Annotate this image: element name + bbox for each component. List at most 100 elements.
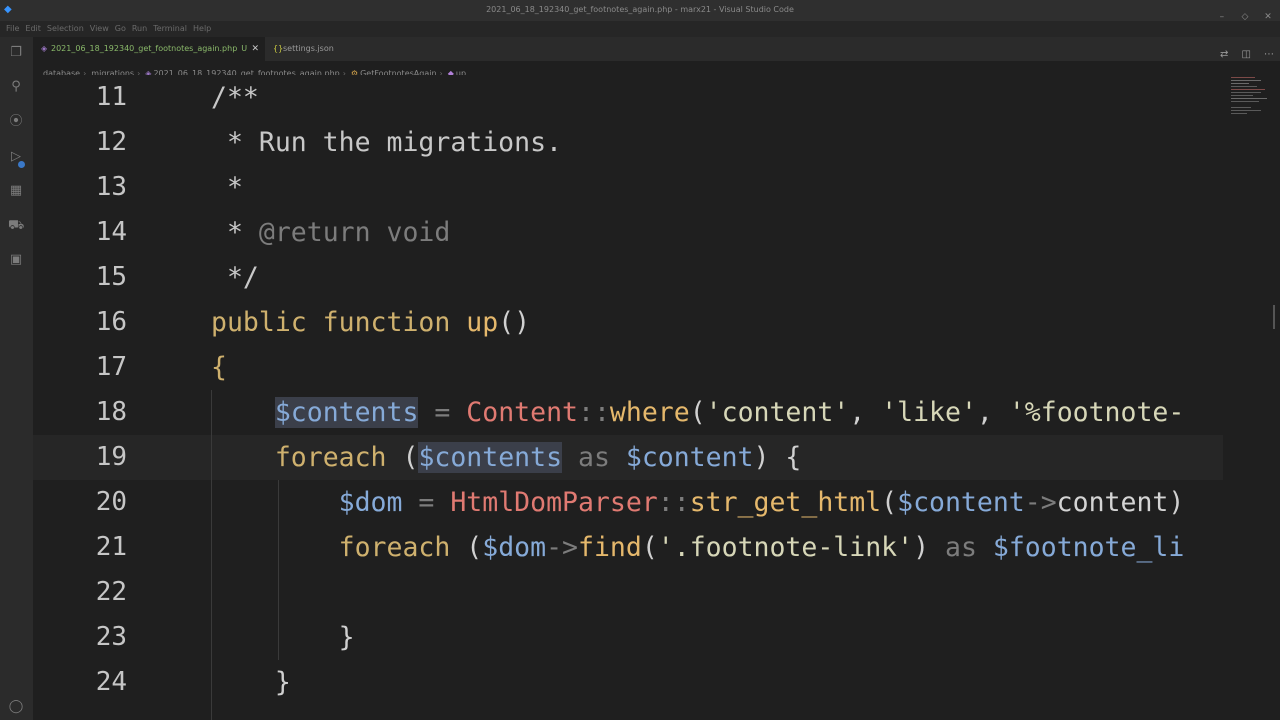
menu-terminal[interactable]: Terminal (153, 24, 187, 33)
code-token: foreach (274, 442, 403, 473)
code-token: content (1056, 487, 1169, 518)
extensions-icon[interactable]: ▦ (8, 183, 24, 199)
menu-help[interactable]: Help (193, 24, 211, 33)
code-token: find (578, 532, 642, 563)
menu-go[interactable]: Go (115, 24, 126, 33)
minimap-line (1231, 101, 1259, 102)
menu-run[interactable]: Run (132, 24, 147, 33)
minimap-line (1231, 80, 1261, 81)
code-line: 11 /** (33, 75, 1223, 120)
account-icon[interactable]: ◯ (8, 699, 24, 715)
code-text: } (211, 615, 355, 660)
code-token: :: (577, 397, 610, 428)
line-number: 14 (95, 217, 127, 247)
line-number: 17 (95, 352, 127, 382)
line-number: 16 (95, 307, 127, 337)
activity-bar: ❐ ⚲ ⦿ ▷ ▦ ⛟ ▣ ◯ (0, 37, 33, 720)
line-number: 12 (95, 127, 127, 157)
line-number: 22 (95, 577, 127, 607)
line-number: 18 (95, 397, 127, 427)
code-line: 12 * Run the migrations. (33, 120, 1223, 165)
code-token: $dom (338, 487, 403, 518)
split-editor-icon[interactable]: ◫ (1241, 49, 1250, 60)
code-token: , (976, 397, 1009, 428)
code-token: as (945, 532, 993, 563)
indent-guide (278, 480, 279, 660)
menu-view[interactable]: View (90, 24, 109, 33)
minimap-line (1231, 86, 1257, 87)
code-editor[interactable]: 11 /** 12 * Run the migrations. 13 * 14 *… (33, 75, 1223, 720)
code-token: } (338, 622, 355, 653)
restore-icon[interactable]: ◇ (1239, 12, 1251, 22)
minimap-line (1231, 107, 1251, 108)
minimize-icon[interactable]: – (1216, 12, 1228, 22)
source-control-icon[interactable]: ⦿ (8, 114, 24, 130)
minimap-line (1231, 113, 1247, 114)
code-token: '.footnote-link' (657, 532, 914, 563)
code-token: ) { (753, 442, 802, 473)
code-token: /** (211, 82, 259, 113)
search-icon[interactable]: ⚲ (8, 79, 24, 95)
code-text: * Run the migrations. (211, 120, 562, 165)
more-actions-icon[interactable]: ⋯ (1264, 49, 1274, 60)
code-token: str_get_html (689, 487, 882, 518)
code-line: 16 public function up() (33, 300, 1223, 345)
line-number: 19 (95, 442, 127, 472)
code-token: ( (689, 397, 706, 428)
code-token: $dom (482, 532, 547, 563)
tab-settings-json[interactable]: {}settings.json (265, 37, 375, 61)
code-token: } (274, 667, 291, 698)
code-token: Content (466, 397, 578, 428)
tab-label: 2021_06_18_192340_get_footnotes_again.ph… (51, 44, 238, 53)
window-controls: – ◇ ✕ (1210, 4, 1274, 23)
minimap-line (1231, 77, 1255, 78)
code-text: * (211, 165, 243, 210)
run-debug-icon[interactable]: ▷ (8, 149, 24, 165)
line-number: 21 (95, 532, 127, 562)
code-token: HtmlDomParser (450, 487, 658, 518)
code-line: 15 */ (33, 255, 1223, 300)
tab-migration-file[interactable]: ◈ 2021_06_18_192340_get_footnotes_again.p… (33, 37, 265, 61)
containers-icon[interactable]: ▣ (8, 252, 24, 268)
untracked-badge: U (241, 44, 248, 53)
minimap-line (1231, 92, 1261, 93)
code-token: = (418, 397, 467, 428)
minimap-line (1231, 98, 1267, 99)
menu-file[interactable]: File (6, 24, 19, 33)
code-token: { (211, 352, 227, 383)
database-icon[interactable]: ⛟ (8, 218, 24, 234)
menu-bar: File Edit Selection View Go Run Terminal… (0, 21, 600, 37)
code-text: $contents = Content::where('content', 'l… (211, 390, 1184, 435)
code-token: as (562, 442, 626, 473)
window-title: 2021_06_18_192340_get_footnotes_again.ph… (486, 5, 794, 14)
code-text: */ (211, 255, 259, 300)
menu-selection[interactable]: Selection (47, 24, 84, 33)
code-token: , (849, 397, 882, 428)
php-file-icon: ◈ (41, 44, 48, 53)
minimap[interactable] (1223, 61, 1280, 720)
open-changes-icon[interactable]: ⇄ (1220, 49, 1228, 60)
code-token: = (402, 487, 451, 518)
scrollbar-thumb[interactable] (1273, 305, 1275, 329)
code-text: foreach ($contents as $content) { (211, 435, 801, 480)
code-token: -> (1024, 487, 1057, 518)
menu-edit[interactable]: Edit (25, 24, 41, 33)
minimap-line (1231, 110, 1261, 111)
code-text: /** (211, 75, 259, 120)
close-tab-icon[interactable]: ✕ (251, 37, 259, 61)
minimap-line (1231, 95, 1253, 96)
close-window-icon[interactable]: ✕ (1262, 12, 1274, 22)
explorer-icon[interactable]: ❐ (8, 45, 24, 61)
code-text: public function up() (211, 300, 530, 345)
code-token: 'content' (705, 397, 850, 428)
code-token: where (609, 397, 690, 428)
line-number: 15 (95, 262, 127, 292)
code-token: () (498, 307, 531, 338)
json-file-icon: {} (273, 44, 284, 53)
code-token: ( (881, 487, 898, 518)
